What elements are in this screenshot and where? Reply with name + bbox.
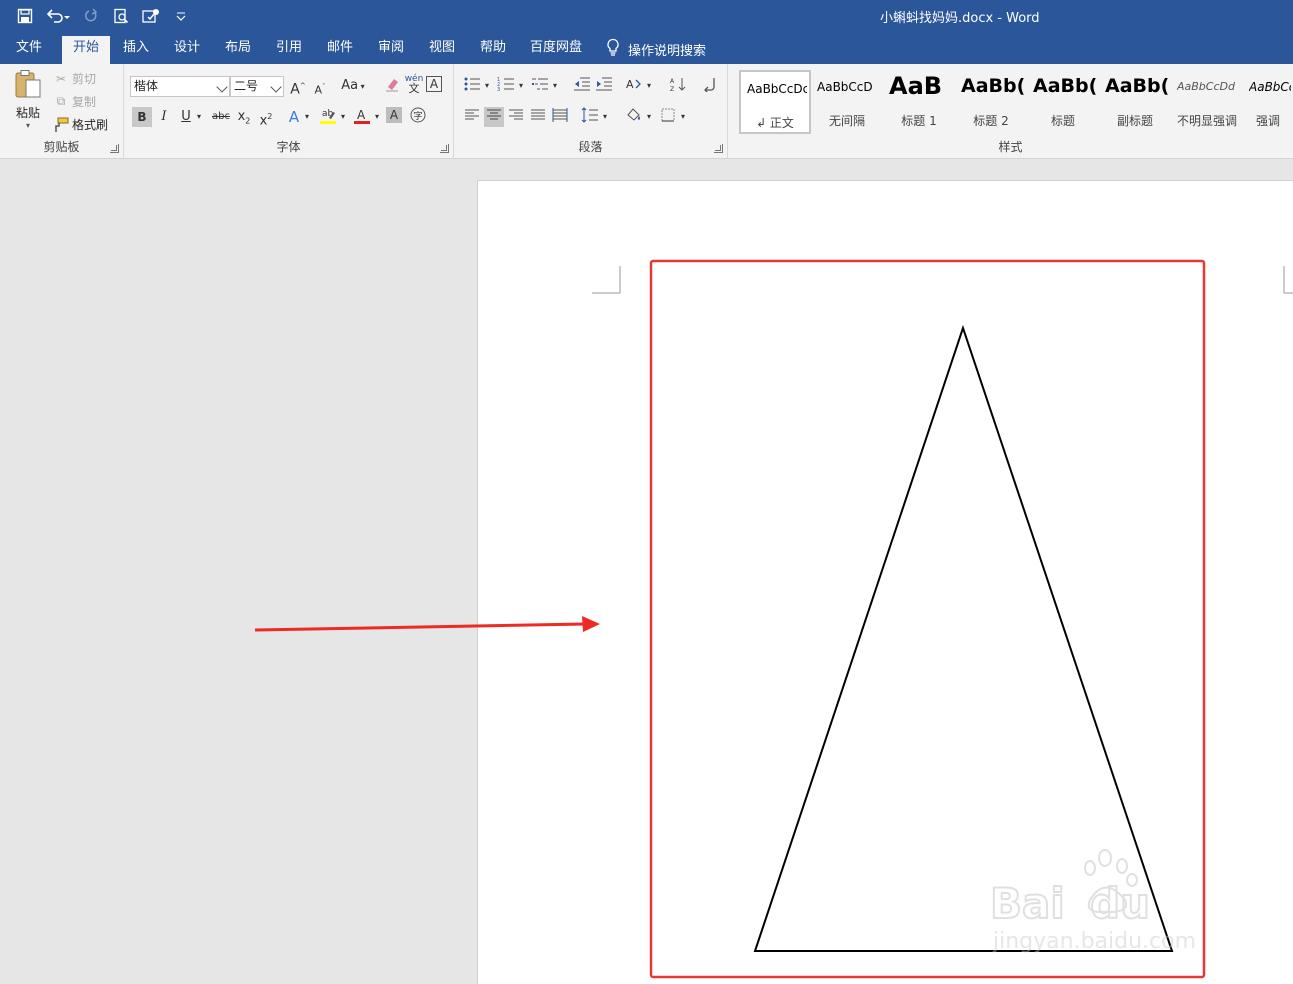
highlight-box <box>649 259 1206 979</box>
baidu-watermark: Bai du jingyan.baidu.com <box>989 849 1196 954</box>
svg-text:du: du <box>1090 879 1150 928</box>
svg-text:Bai: Bai <box>990 879 1065 928</box>
red-arrow <box>254 616 600 632</box>
triangle-shape[interactable] <box>753 324 1174 952</box>
annotation-layer: Bai du jingyan.baidu.com <box>254 259 1206 979</box>
svg-text:jingyan.baidu.com: jingyan.baidu.com <box>992 929 1196 954</box>
